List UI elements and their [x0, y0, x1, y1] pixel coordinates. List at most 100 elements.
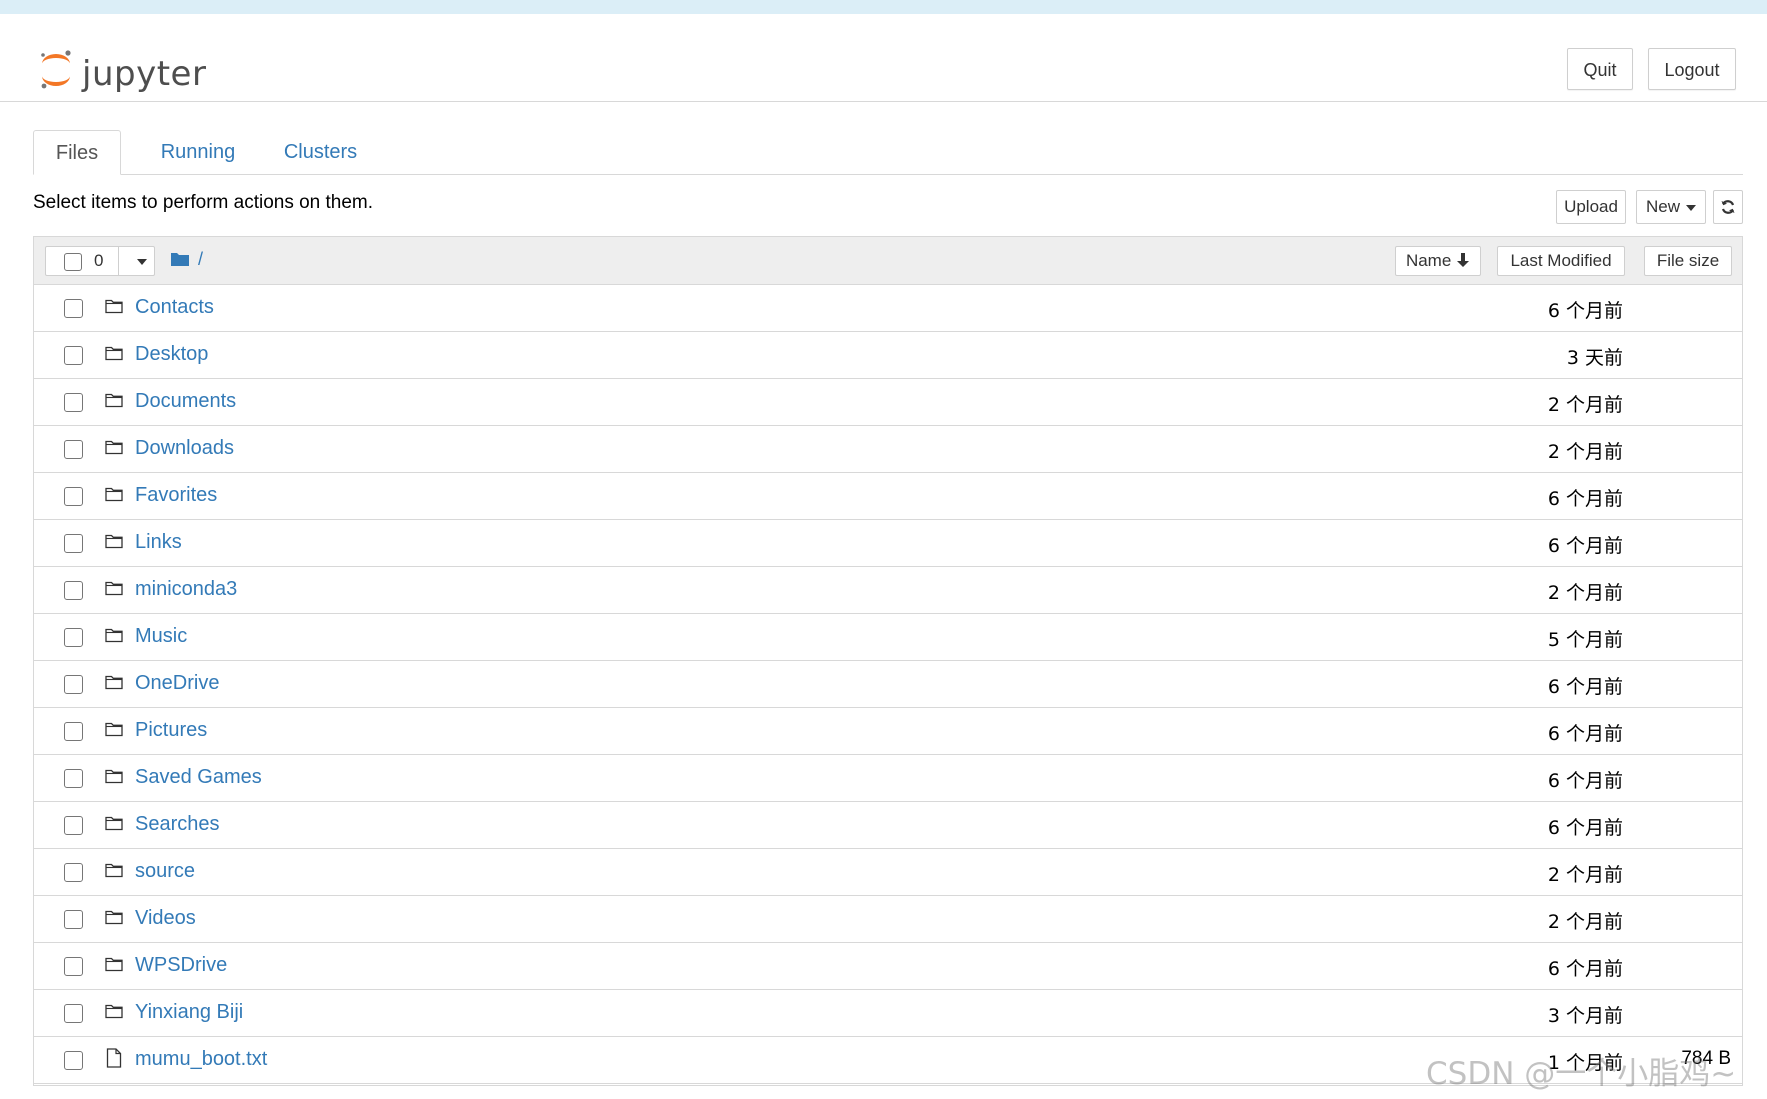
- item-name-link[interactable]: miniconda3: [135, 578, 237, 601]
- table-row[interactable]: Links 6 个月前: [34, 520, 1742, 567]
- item-name-link[interactable]: Downloads: [135, 437, 234, 460]
- new-button-label: New: [1645, 197, 1680, 216]
- watermark-text: CSDN @一个小脂鸡~: [1426, 1056, 1737, 1092]
- sort-by-name-button[interactable]: Name: [1395, 246, 1481, 276]
- selected-count: 0: [94, 251, 104, 270]
- item-modified: 2 个月前: [1547, 394, 1623, 416]
- item-modified: 6 个月前: [1547, 817, 1623, 839]
- folder-icon: [105, 768, 123, 789]
- row-checkbox[interactable]: [64, 440, 83, 459]
- table-row[interactable]: Searches 6 个月前: [34, 802, 1742, 849]
- arrow-down-icon: [1457, 253, 1470, 267]
- item-name-link[interactable]: Pictures: [135, 719, 207, 742]
- row-checkbox[interactable]: [64, 581, 83, 600]
- item-name-link[interactable]: source: [135, 860, 195, 883]
- item-modified: 2 个月前: [1547, 582, 1623, 604]
- folder-icon: [105, 1003, 123, 1024]
- item-name-link[interactable]: Contacts: [135, 296, 214, 319]
- sort-name-label: Name: [1405, 251, 1452, 270]
- table-row[interactable]: Saved Games 6 个月前: [34, 755, 1742, 802]
- folder-icon: [105, 815, 123, 836]
- item-modified: 6 个月前: [1547, 723, 1623, 745]
- breadcrumb-root[interactable]: /: [198, 249, 203, 270]
- table-row[interactable]: Contacts 6 个月前: [34, 285, 1742, 332]
- item-name-link[interactable]: Saved Games: [135, 766, 262, 789]
- tab-clusters[interactable]: Clusters: [263, 130, 378, 174]
- page-header: jupyter Quit Logout: [0, 14, 1767, 102]
- row-checkbox[interactable]: [64, 816, 83, 835]
- table-row[interactable]: OneDrive 6 个月前: [34, 661, 1742, 708]
- folder-icon: [105, 909, 123, 930]
- row-checkbox[interactable]: [64, 675, 83, 694]
- table-row[interactable]: Music 5 个月前: [34, 614, 1742, 661]
- item-modified: 2 个月前: [1547, 864, 1623, 886]
- item-name-link[interactable]: Desktop: [135, 343, 208, 366]
- item-name-link[interactable]: mumu_boot.txt: [135, 1048, 267, 1071]
- item-name-link[interactable]: Documents: [135, 390, 236, 413]
- row-checkbox[interactable]: [64, 910, 83, 929]
- quit-button[interactable]: Quit: [1567, 48, 1633, 90]
- file-list-header: 0 / Name Last Modified File size: [34, 237, 1742, 285]
- folder-icon: [105, 862, 123, 883]
- upload-button[interactable]: Upload: [1556, 190, 1626, 224]
- table-row[interactable]: Desktop 3 天前: [34, 332, 1742, 379]
- item-name-link[interactable]: Searches: [135, 813, 220, 836]
- item-name-link[interactable]: Links: [135, 531, 182, 554]
- item-name-link[interactable]: Videos: [135, 907, 196, 930]
- row-checkbox[interactable]: [64, 534, 83, 553]
- table-row[interactable]: miniconda3 2 个月前: [34, 567, 1742, 614]
- jupyter-logo[interactable]: jupyter: [38, 48, 206, 104]
- table-row[interactable]: Videos 2 个月前: [34, 896, 1742, 943]
- item-name-link[interactable]: Yinxiang Biji: [135, 1001, 243, 1024]
- top-bar: [0, 0, 1767, 14]
- sort-by-size-button[interactable]: File size: [1644, 246, 1732, 276]
- item-name-link[interactable]: Favorites: [135, 484, 217, 507]
- row-checkbox[interactable]: [64, 957, 83, 976]
- row-checkbox[interactable]: [64, 628, 83, 647]
- row-checkbox[interactable]: [64, 299, 83, 318]
- table-row[interactable]: Pictures 6 个月前: [34, 708, 1742, 755]
- row-checkbox[interactable]: [64, 722, 83, 741]
- instruction-text: Select items to perform actions on them.: [33, 192, 374, 213]
- item-name-link[interactable]: Music: [135, 625, 187, 648]
- tab-files[interactable]: Files: [33, 130, 121, 175]
- row-checkbox[interactable]: [64, 1004, 83, 1023]
- item-modified: 6 个月前: [1547, 535, 1623, 557]
- tab-bar: Files Running Clusters: [33, 130, 1743, 175]
- brand-name: jupyter: [82, 54, 207, 94]
- folder-icon: [105, 298, 123, 319]
- refresh-button[interactable]: [1713, 190, 1743, 224]
- item-modified: 3 天前: [1566, 347, 1623, 369]
- item-name-link[interactable]: OneDrive: [135, 672, 219, 695]
- item-modified: 2 个月前: [1547, 911, 1623, 933]
- item-name-link[interactable]: WPSDrive: [135, 954, 227, 977]
- table-row[interactable]: Yinxiang Biji 3 个月前: [34, 990, 1742, 1037]
- item-modified: 6 个月前: [1547, 770, 1623, 792]
- table-row[interactable]: Downloads 2 个月前: [34, 426, 1742, 473]
- folder-solid-icon[interactable]: [170, 251, 190, 267]
- folder-icon: [105, 674, 123, 695]
- row-checkbox[interactable]: [64, 393, 83, 412]
- row-checkbox[interactable]: [64, 1051, 83, 1070]
- item-modified: 5 个月前: [1547, 629, 1623, 651]
- item-modified: 6 个月前: [1547, 676, 1623, 698]
- tab-running[interactable]: Running: [143, 130, 253, 174]
- sort-by-modified-button[interactable]: Last Modified: [1497, 246, 1625, 276]
- table-row[interactable]: source 2 个月前: [34, 849, 1742, 896]
- jupyter-logo-icon: [41, 50, 71, 89]
- row-checkbox[interactable]: [64, 346, 83, 365]
- select-all-group[interactable]: 0: [45, 246, 155, 276]
- table-row[interactable]: Favorites 6 个月前: [34, 473, 1742, 520]
- table-row[interactable]: Documents 2 个月前: [34, 379, 1742, 426]
- row-checkbox[interactable]: [64, 769, 83, 788]
- folder-icon: [105, 486, 123, 507]
- row-checkbox[interactable]: [64, 863, 83, 882]
- new-button[interactable]: New: [1636, 190, 1706, 224]
- row-checkbox[interactable]: [64, 487, 83, 506]
- chevron-down-icon[interactable]: [137, 259, 147, 265]
- file-icon: [106, 1048, 122, 1073]
- item-modified: 6 个月前: [1547, 958, 1623, 980]
- select-all-checkbox[interactable]: [64, 253, 82, 271]
- logout-button[interactable]: Logout: [1648, 48, 1736, 90]
- table-row[interactable]: WPSDrive 6 个月前: [34, 943, 1742, 990]
